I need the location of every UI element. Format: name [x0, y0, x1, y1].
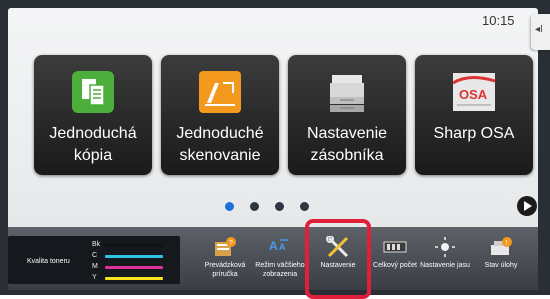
toner-label-m: M	[92, 263, 98, 270]
chevron-right-icon	[524, 201, 532, 211]
svg-text:?: ?	[229, 240, 233, 247]
counter-icon	[383, 241, 407, 253]
tile-sharp-osa[interactable]: OSA Sharp OSA	[415, 55, 533, 175]
page-dot[interactable]	[275, 202, 284, 211]
toner-quality-widget[interactable]: Kvalita toneru Bk C M Y	[8, 236, 180, 284]
toner-bar-bk	[105, 244, 163, 247]
tile-simple-scan[interactable]: Jednoduché skenovanie	[161, 55, 279, 175]
page-dot[interactable]	[250, 202, 259, 211]
page-dot[interactable]	[225, 202, 234, 211]
side-tab-icon: ◂I	[535, 24, 543, 35]
toner-label-bk: Bk	[92, 241, 101, 248]
tile-simple-copy[interactable]: Jednoduchá kópia	[34, 55, 152, 175]
svg-text:A: A	[279, 242, 286, 252]
page-dot[interactable]	[300, 202, 309, 211]
printer-tray-icon	[330, 75, 364, 112]
manual-icon: ?	[215, 237, 236, 256]
toner-title: Kvalita toneru	[27, 258, 70, 265]
shortcut-operation-guide[interactable]: ? Prevádzková príručka	[194, 232, 256, 292]
scan-icon	[199, 71, 241, 113]
toner-bar-y	[105, 277, 163, 280]
copy-icon	[72, 71, 114, 113]
tile-tray-settings[interactable]: Nastavenie zásobníka	[288, 55, 406, 175]
toner-bar-m	[105, 266, 163, 269]
brightness-icon	[435, 237, 455, 257]
settings-highlight-frame	[305, 219, 371, 299]
svg-text:A: A	[269, 239, 278, 253]
sharp-osa-icon: OSA	[452, 73, 496, 111]
clock: 10:15	[482, 13, 515, 28]
job-status-icon: !	[491, 237, 512, 255]
side-panel-tab[interactable]: ◂I	[531, 14, 550, 50]
page-indicator	[225, 198, 325, 216]
shortcut-label: Režim väčšieho zobrazenia	[255, 262, 305, 278]
toner-label-y: Y	[92, 274, 97, 281]
next-page-button[interactable]	[517, 196, 537, 216]
shortcut-large-display[interactable]: A A Režim väčšieho zobrazenia	[249, 232, 311, 292]
large-display-icon: A A	[269, 239, 288, 253]
tile-label: Jednoduché skenovanie	[176, 125, 264, 164]
shortcut-brightness[interactable]: Nastavenie jasu	[414, 232, 476, 292]
svg-text:OSA: OSA	[459, 87, 488, 102]
toner-label-c: C	[92, 252, 98, 259]
toner-bar-c	[105, 255, 163, 258]
tile-label: Nastavenie zásobníka	[306, 125, 388, 164]
shortcut-label: Stav úlohy	[484, 262, 518, 269]
shortcut-label: Prevádzková príručka	[204, 262, 246, 278]
tile-label: Jednoduchá kópia	[49, 125, 137, 164]
shortcut-job-status[interactable]: ! Stav úlohy	[470, 232, 532, 292]
shortcut-label: Nastavenie jasu	[420, 262, 470, 269]
svg-text:!: !	[506, 240, 508, 247]
tile-label: Sharp OSA	[433, 125, 515, 142]
